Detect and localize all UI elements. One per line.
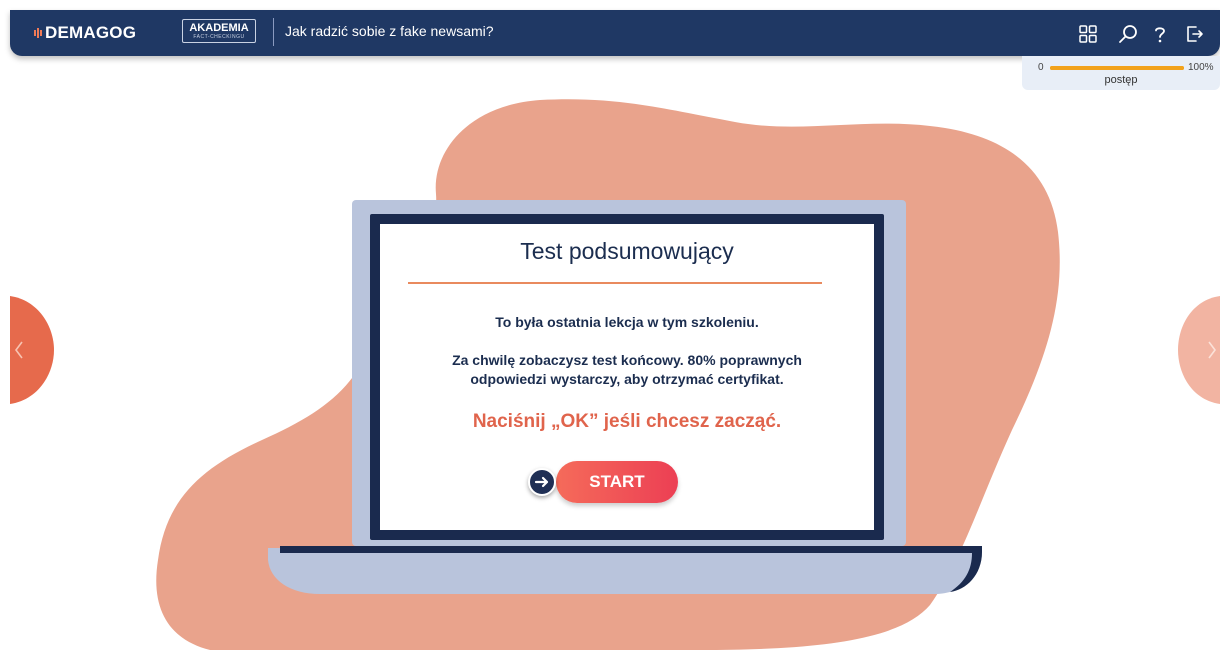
logo-mark-icon: [34, 28, 42, 38]
card-text-test-info-line2: odpowiedzi wystarczy, aby otrzymać certy…: [470, 371, 784, 387]
card-text-test-info-line1: Za chwilę zobaczysz test końcowy. 80% po…: [452, 352, 802, 368]
prev-slide-button[interactable]: [10, 296, 54, 404]
next-slide-button[interactable]: [1178, 296, 1220, 404]
start-button[interactable]: START: [528, 460, 680, 504]
card-text-test-info: Za chwilę zobaczysz test końcowy. 80% po…: [380, 351, 874, 389]
logo-text: DEMAGOG: [45, 23, 137, 42]
progress-bar: [1050, 66, 1184, 70]
help-icon[interactable]: [1148, 22, 1172, 46]
akademia-badge: AKADEMIA FACT-CHECKINGU: [182, 19, 256, 43]
progress-bar-fill: [1050, 66, 1184, 70]
exit-icon[interactable]: [1182, 22, 1206, 46]
top-bar: DEMAGOG AKADEMIA FACT-CHECKINGU Jak radz…: [10, 10, 1220, 56]
progress-max-label: 100%: [1188, 62, 1214, 73]
demagog-logo[interactable]: DEMAGOG: [34, 22, 136, 44]
card-text-last-lesson: To była ostatnia lekcja w tym szkoleniu.: [495, 314, 759, 330]
search-icon[interactable]: [1116, 22, 1140, 46]
title-divider: [408, 282, 822, 284]
progress-min-label: 0: [1038, 62, 1044, 73]
progress-label: postęp: [1104, 74, 1138, 86]
akademia-subtitle: FACT-CHECKINGU: [193, 34, 245, 40]
arrow-right-icon: [528, 468, 556, 496]
start-button-label: START: [556, 461, 678, 503]
header-divider: [273, 18, 274, 46]
grid-icon[interactable]: [1076, 22, 1100, 46]
course-title: Jak radzić sobie z fake newsami?: [285, 23, 494, 39]
card-cta-text: Naciśnij „OK” jeśli chcesz zacząć.: [472, 411, 782, 432]
akademia-title: AKADEMIA: [189, 22, 249, 34]
card-title: Test podsumowujący: [520, 238, 734, 264]
progress-indicator: 0 100% postęp: [1022, 56, 1220, 90]
